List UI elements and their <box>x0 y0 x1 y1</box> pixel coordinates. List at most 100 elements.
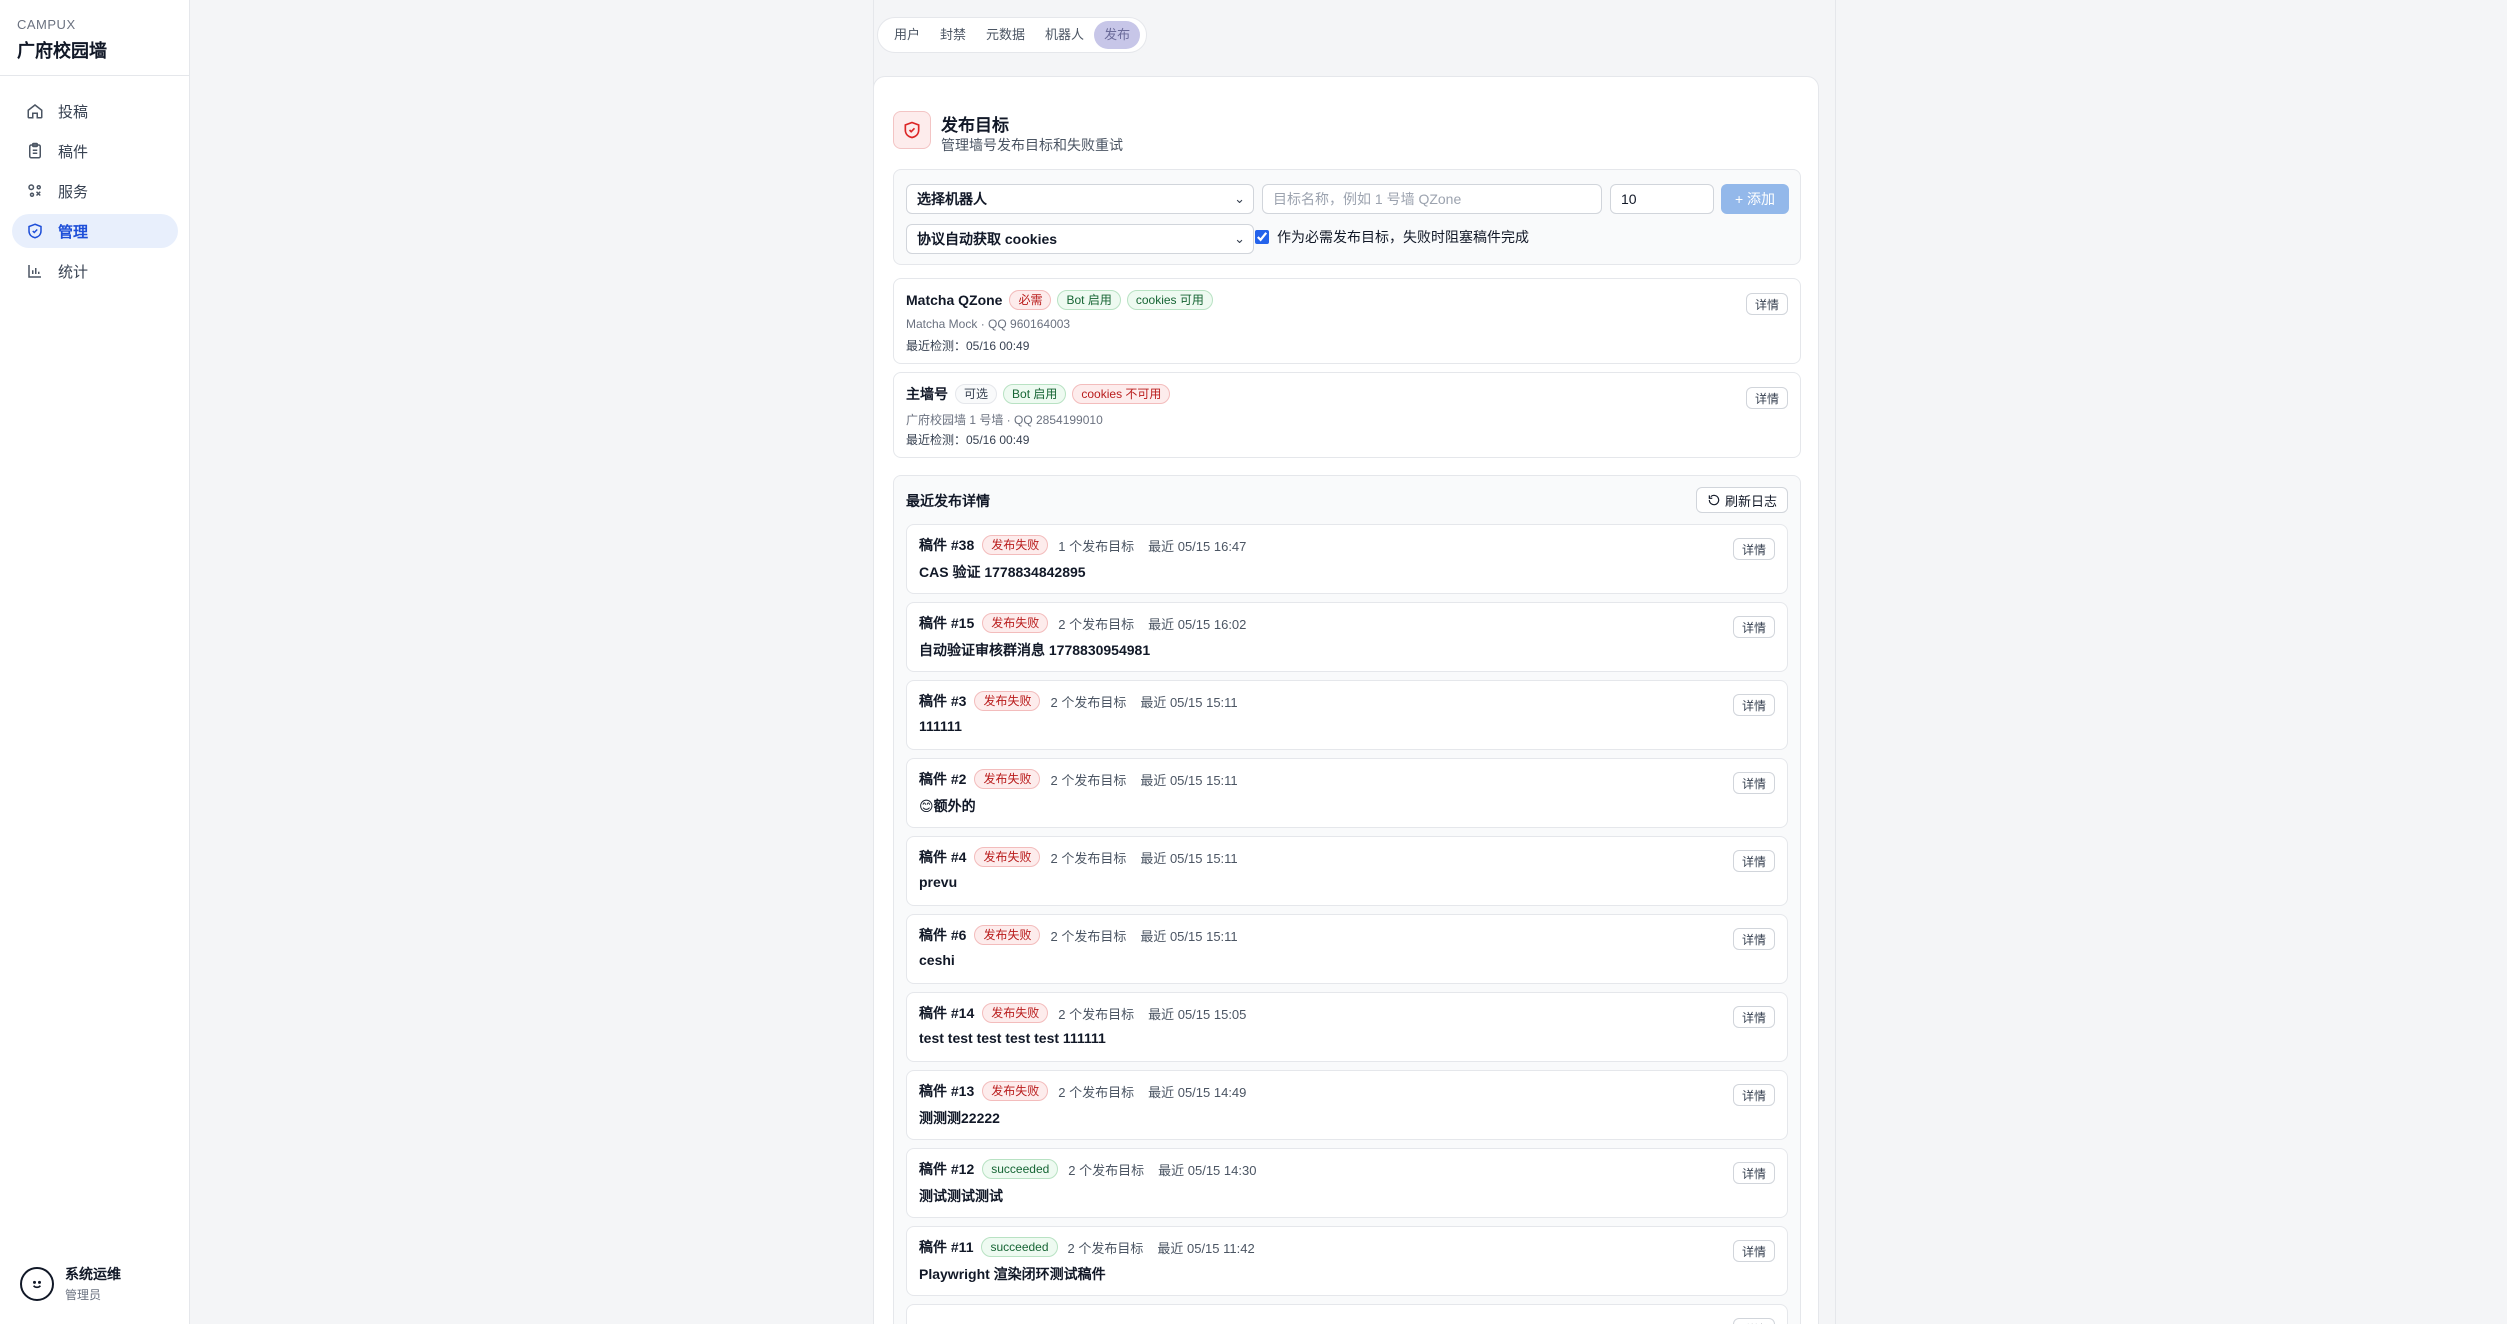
log-time: 最近 05/15 14:49 <box>1148 1084 1247 1100</box>
sidebar-item-submit[interactable]: 投稿 <box>12 94 178 128</box>
status-badge: 发布失败 <box>974 691 1041 711</box>
sidebar-item-posts[interactable]: 稿件 <box>12 134 178 168</box>
log-time: 最近 05/15 11:42 <box>1157 1240 1255 1256</box>
log-post-text: 自动验证审核群消息 1778830954981 <box>919 642 1151 658</box>
chevron-down-icon: ⌄ <box>1234 191 1245 206</box>
status-badge: 发布失败 <box>982 1003 1049 1023</box>
sidebar-item-admin[interactable]: 管理 <box>12 214 178 248</box>
chevron-down-icon: ⌄ <box>1234 231 1245 246</box>
status-badge: succeeded <box>982 1159 1059 1179</box>
log-detail-button[interactable]: 详情 <box>1733 1318 1775 1324</box>
log-detail-button[interactable]: 详情 <box>1733 928 1775 950</box>
brand-name[interactable]: 广府校园墙 <box>17 37 107 63</box>
log-time: 最近 05/15 15:05 <box>1148 1006 1247 1022</box>
log-detail-button[interactable]: 详情 <box>1733 1162 1775 1184</box>
publish-target: 主墙号 可选 Bot 启用 cookies 不可用 广府校园墙 1 号墙 · Q… <box>893 372 1801 458</box>
user-role: 管理员 <box>65 1288 102 1302</box>
log-item: 稿件 #12 succeeded 2 个发布目标 最近 05/15 14:30 测试测… <box>906 1148 1788 1218</box>
log-time: 最近 05/15 15:11 <box>1140 694 1238 710</box>
user-profile[interactable]: 系统运维 管理员 <box>20 1264 121 1303</box>
bot-select[interactable]: 选择机器人 ⌄ <box>906 184 1254 214</box>
log-detail-button[interactable]: 详情 <box>1733 694 1775 716</box>
refresh-logs-button[interactable]: 刷新日志 <box>1695 487 1788 513</box>
admin-tabs: 用户 封禁 元数据 机器人 发布 <box>877 17 1148 53</box>
log-detail-button[interactable]: 详情 <box>1733 1240 1775 1262</box>
log-item: 稿件 #6 发布失败 2 个发布目标 最近 05/15 15:11 ceshi 详情 <box>906 914 1788 984</box>
log-post-id: 稿件 #12 <box>919 1161 975 1177</box>
sidebar-divider <box>0 75 190 76</box>
tab-bots[interactable]: 机器人 <box>1035 21 1094 49</box>
log-post-text: CAS 验证 1778834842895 <box>919 564 1086 580</box>
status-badge: Bot 启用 <box>1003 384 1067 404</box>
log-target-count: 2 个发布目标 <box>1058 1006 1135 1022</box>
bot-select-value: 选择机器人 <box>917 191 987 207</box>
log-target-count: 2 个发布目标 <box>1058 1084 1135 1100</box>
sidebar-item-label: 管理 <box>58 223 89 241</box>
log-target-count: 2 个发布目标 <box>1050 928 1127 944</box>
log-post-text: 测测测22222 <box>919 1110 1000 1126</box>
log-post-text: ceshi <box>919 952 955 968</box>
log-detail-button[interactable]: 详情 <box>1733 1084 1775 1106</box>
sidebar: CAMPUX 广府校园墙 投稿 稿件 服务 管理 统计 系统运维 管理员 <box>0 0 190 1324</box>
log-target-count: 2 个发布目标 <box>1050 694 1127 710</box>
log-target-count: 1 个发布目标 <box>1058 538 1135 554</box>
refresh-label: 刷新日志 <box>1724 493 1777 509</box>
target-account: 广府校园墙 1 号墙 · QQ 2854199010 <box>906 413 1103 427</box>
log-post-id: 稿件 #15 <box>919 615 975 631</box>
cookie-select[interactable]: 协议自动获取 cookies ⌄ <box>906 224 1254 254</box>
log-item: 稿件 #13 发布失败 2 个发布目标 最近 05/15 14:49 测测测22222… <box>906 1070 1788 1140</box>
target-name-input[interactable] <box>1262 184 1602 214</box>
log-detail-button[interactable]: 详情 <box>1733 850 1775 872</box>
sidebar-item-services[interactable]: 服务 <box>12 174 178 208</box>
log-item: 稿件 #3 发布失败 2 个发布目标 最近 05/15 15:11 111111 详情 <box>906 680 1788 750</box>
status-badge: 发布失败 <box>982 613 1049 633</box>
puzzle-icon <box>26 182 44 200</box>
sidebar-item-label: 稿件 <box>58 143 89 161</box>
priority-input[interactable] <box>1610 184 1714 214</box>
log-post-id: 稿件 #6 <box>919 927 967 943</box>
required-target-checkbox[interactable] <box>1255 230 1269 244</box>
publish-target: Matcha QZone 必需 Bot 启用 cookies 可用 Matcha… <box>893 278 1801 364</box>
log-detail-button[interactable]: 详情 <box>1733 616 1775 638</box>
section-title: 最近发布详情 <box>906 493 990 509</box>
sidebar-item-label: 统计 <box>58 263 89 281</box>
tab-users[interactable]: 用户 <box>884 21 930 49</box>
shield-icon <box>26 222 44 240</box>
log-time: 最近 05/15 15:11 <box>1140 772 1238 788</box>
user-name: 系统运维 <box>65 1266 121 1282</box>
tab-metadata[interactable]: 元数据 <box>976 21 1035 49</box>
cookie-select-value: 协议自动获取 cookies <box>917 231 1058 247</box>
shield-icon <box>893 111 931 149</box>
tab-bans[interactable]: 封禁 <box>930 21 976 49</box>
log-detail-button[interactable]: 详情 <box>1733 1006 1775 1028</box>
target-name: 主墙号 <box>906 386 948 402</box>
tab-publish[interactable]: 发布 <box>1094 21 1141 49</box>
log-post-text: 测试测试测试 <box>919 1188 1003 1204</box>
log-detail-button[interactable]: 详情 <box>1733 538 1775 560</box>
status-badge: 必需 <box>1009 290 1052 310</box>
log-time: 最近 05/15 16:02 <box>1148 616 1247 632</box>
log-target-count: 2 个发布目标 <box>1050 850 1127 866</box>
add-target-form: 选择机器人 ⌄ + 添加 协议自动获取 cookies ⌄ 作为必需发布目标，失… <box>893 169 1801 265</box>
target-detail-button[interactable]: 详情 <box>1746 387 1788 409</box>
clipboard-icon <box>26 142 44 160</box>
target-last-check: 最近检测：05/16 00:49 <box>906 339 1030 353</box>
target-account: Matcha Mock · QQ 960164003 <box>906 317 1071 331</box>
sidebar-item-stats[interactable]: 统计 <box>12 254 178 288</box>
home-icon <box>26 102 44 120</box>
status-badge: 发布失败 <box>982 1081 1049 1101</box>
sidebar-item-label: 投稿 <box>58 103 89 121</box>
status-badge: 发布失败 <box>982 535 1049 555</box>
log-post-id: 稿件 #4 <box>919 849 967 865</box>
target-detail-button[interactable]: 详情 <box>1746 293 1788 315</box>
log-item: 稿件 #4 发布失败 2 个发布目标 最近 05/15 15:11 prevu 详情 <box>906 836 1788 906</box>
publish-targets-card: 发布目标 管理墙号发布目标和失败重试 选择机器人 ⌄ + 添加 协议自动获取 c… <box>873 76 1819 1324</box>
log-detail-button[interactable]: 详情 <box>1733 772 1775 794</box>
log-post-text: Playwright 渲染闭环测试稿件 <box>919 1266 1106 1282</box>
required-target-checkbox-row[interactable]: 作为必需发布目标，失败时阻塞稿件完成 <box>1255 227 1529 247</box>
smile-icon <box>32 1280 42 1288</box>
log-post-id: 稿件 #13 <box>919 1083 975 1099</box>
page-subtitle: 管理墙号发布目标和失败重试 <box>941 137 1123 153</box>
log-item: 稿件 #15 发布失败 2 个发布目标 最近 05/15 16:02 自动验证审核群消… <box>906 602 1788 672</box>
add-target-button[interactable]: + 添加 <box>1721 184 1789 214</box>
